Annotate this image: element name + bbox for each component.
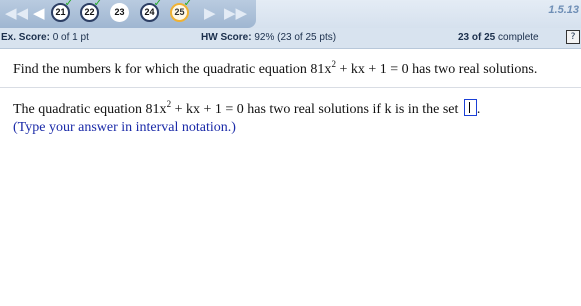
previous-question-icon[interactable]: ◀ — [33, 4, 45, 22]
answer-text-mid: + kx + 1 = 0 has two real solutions if k… — [171, 102, 462, 117]
check-icon: ✓ — [153, 0, 162, 9]
help-icon[interactable]: ? — [566, 30, 580, 44]
question-panel: Find the numbers k for which the quadrat… — [0, 49, 581, 306]
prompt-text-start: Find the numbers k for which the quadrat… — [13, 62, 332, 77]
next-question-icon[interactable]: ▶ — [204, 4, 216, 22]
divider — [0, 87, 581, 88]
check-icon: ✓ — [64, 0, 73, 9]
answer-input[interactable] — [463, 99, 477, 116]
homework-score: HW Score: 92% (23 of 25 pts) — [201, 32, 336, 43]
answer-text-end: . — [476, 102, 481, 117]
first-question-icon[interactable]: ◀◀ — [5, 4, 28, 22]
completion-label: complete — [498, 32, 539, 43]
completion-status: 23 of 25 complete — [458, 32, 539, 43]
answer-hint: (Type your answer in interval notation.) — [13, 120, 236, 135]
question-21-button[interactable]: 21 ✓ — [51, 0, 73, 22]
question-nav-bar: ◀◀ ◀ 21 ✓ 22 ✓ 23 24 ✓ 25 ✓ ▶ ▶▶ 1.5.13 — [0, 0, 581, 28]
homework-score-value: 92% (23 of 25 pts) — [254, 32, 337, 43]
question-22-button[interactable]: 22 ✓ — [80, 0, 102, 22]
section-number: 1.5.13 — [548, 4, 579, 16]
prompt-text-end: + kx + 1 = 0 has two real solutions. — [335, 62, 538, 77]
exercise-score: Ex. Score: 0 of 1 pt — [1, 32, 89, 43]
question-23-label: 23 — [114, 7, 125, 17]
completion-count: 23 of 25 — [458, 32, 496, 43]
question-nav-tab: ◀◀ ◀ 21 ✓ 22 ✓ 23 24 ✓ 25 ✓ ▶ ▶▶ — [0, 0, 256, 28]
check-icon: ✓ — [183, 0, 192, 9]
exercise-score-label: Ex. Score: — [1, 32, 50, 43]
question-24-button[interactable]: 24 ✓ — [140, 0, 162, 22]
score-bar: Ex. Score: 0 of 1 pt HW Score: 92% (23 o… — [0, 28, 581, 49]
check-icon: ✓ — [93, 0, 102, 9]
question-prompt: Find the numbers k for which the quadrat… — [13, 60, 538, 78]
answer-statement: The quadratic equation 81x2 + kx + 1 = 0… — [13, 99, 480, 118]
answer-text-start: The quadratic equation 81x — [13, 102, 167, 117]
question-23-button[interactable]: 23 — [110, 3, 129, 22]
last-question-icon[interactable]: ▶▶ — [224, 4, 247, 22]
question-25-button[interactable]: 25 ✓ — [170, 0, 192, 22]
exercise-score-value: 0 of 1 pt — [52, 32, 89, 43]
homework-score-label: HW Score: — [201, 32, 252, 43]
